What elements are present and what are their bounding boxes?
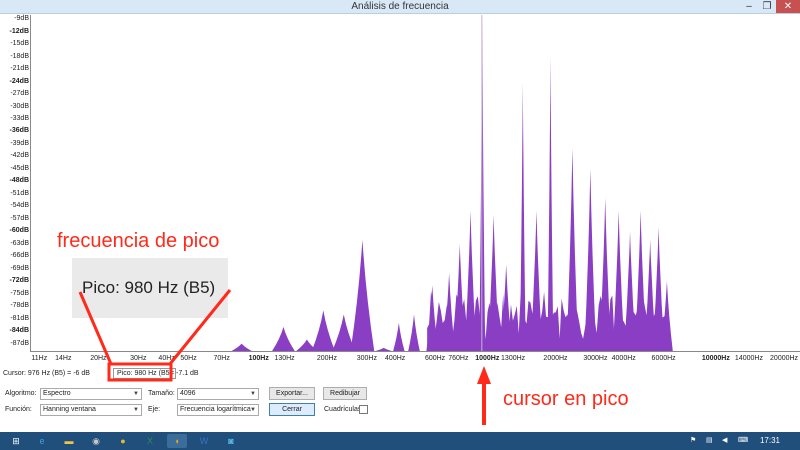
annotation-callout-line-left <box>78 291 113 365</box>
word-icon[interactable]: W <box>194 434 214 448</box>
annotation-highlight-box <box>107 362 173 382</box>
chrome-icon[interactable]: ● <box>113 434 133 448</box>
annotation-cursor-en-pico: cursor en pico <box>503 388 629 410</box>
volume-icon[interactable]: ◀ <box>722 436 727 444</box>
excel-icon[interactable]: X <box>140 434 160 448</box>
flag-icon[interactable]: ⚑ <box>690 436 696 444</box>
start-button[interactable]: ⊞ <box>6 434 26 448</box>
app-icon[interactable]: ◉ <box>86 434 106 448</box>
annotation-arrow-cursor <box>477 366 491 425</box>
explorer-icon[interactable]: ▬ <box>59 434 79 448</box>
audacity-icon[interactable]: ◖ <box>167 434 187 448</box>
annotation-callout-line-right <box>168 289 232 365</box>
keyboard-icon[interactable]: ⌨ <box>738 436 748 444</box>
taskbar-clock[interactable]: 17:31 <box>760 436 780 445</box>
ie-icon[interactable]: e <box>32 434 52 448</box>
app2-icon[interactable]: ◙ <box>221 434 241 448</box>
network-icon[interactable]: ▤ <box>706 436 713 444</box>
annotation-overlay <box>78 289 491 425</box>
taskbar: ⊞ e ▬ ◉ ● X ◖ W ◙ ⚑ ▤ ◀ ⌨ 17:31 <box>0 432 800 450</box>
